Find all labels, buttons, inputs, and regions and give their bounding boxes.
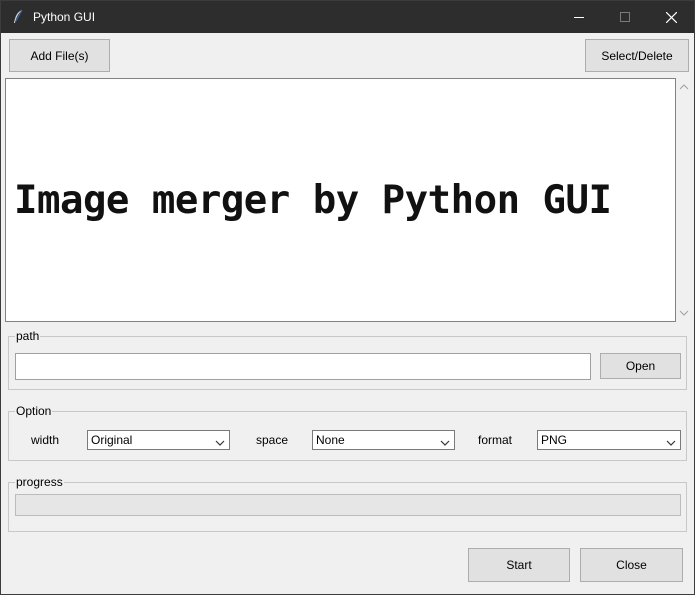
- open-button[interactable]: Open: [600, 353, 681, 379]
- maximize-button[interactable]: [602, 1, 648, 33]
- progress-legend: progress: [15, 475, 64, 489]
- close-button[interactable]: Close: [580, 548, 683, 582]
- space-label: space: [256, 433, 289, 447]
- width-label: width: [31, 433, 60, 447]
- width-select[interactable]: Original: [87, 430, 230, 450]
- select-delete-button[interactable]: Select/Delete: [585, 39, 689, 72]
- chevron-down-icon: [440, 436, 450, 446]
- title-bar[interactable]: Python GUI: [1, 1, 694, 33]
- window-title: Python GUI: [33, 10, 96, 24]
- format-select[interactable]: PNG: [537, 430, 681, 450]
- path-input[interactable]: [15, 353, 591, 380]
- app-window: Python GUI Add File(s) Select/Delete Ima…: [0, 0, 695, 595]
- format-value: PNG: [541, 433, 568, 447]
- format-label: format: [478, 433, 513, 447]
- start-button[interactable]: Start: [468, 548, 570, 582]
- chevron-down-icon: [666, 436, 676, 446]
- vertical-scrollbar[interactable]: [676, 78, 692, 322]
- add-files-button[interactable]: Add File(s): [9, 39, 110, 72]
- minimize-button[interactable]: [556, 1, 602, 33]
- image-canvas[interactable]: Image merger by Python GUI: [5, 78, 676, 322]
- space-select[interactable]: None: [312, 430, 455, 450]
- path-legend: path: [15, 329, 41, 343]
- canvas-heading: Image merger by Python GUI: [14, 178, 612, 223]
- scroll-down-icon[interactable]: [679, 308, 689, 318]
- space-value: None: [316, 433, 345, 447]
- progress-bar: [15, 494, 681, 516]
- feather-icon: [11, 9, 25, 25]
- close-window-button[interactable]: [648, 1, 694, 33]
- chevron-down-icon: [215, 436, 225, 446]
- width-value: Original: [91, 433, 133, 447]
- scroll-up-icon[interactable]: [679, 82, 689, 92]
- option-legend: Option: [15, 404, 53, 418]
